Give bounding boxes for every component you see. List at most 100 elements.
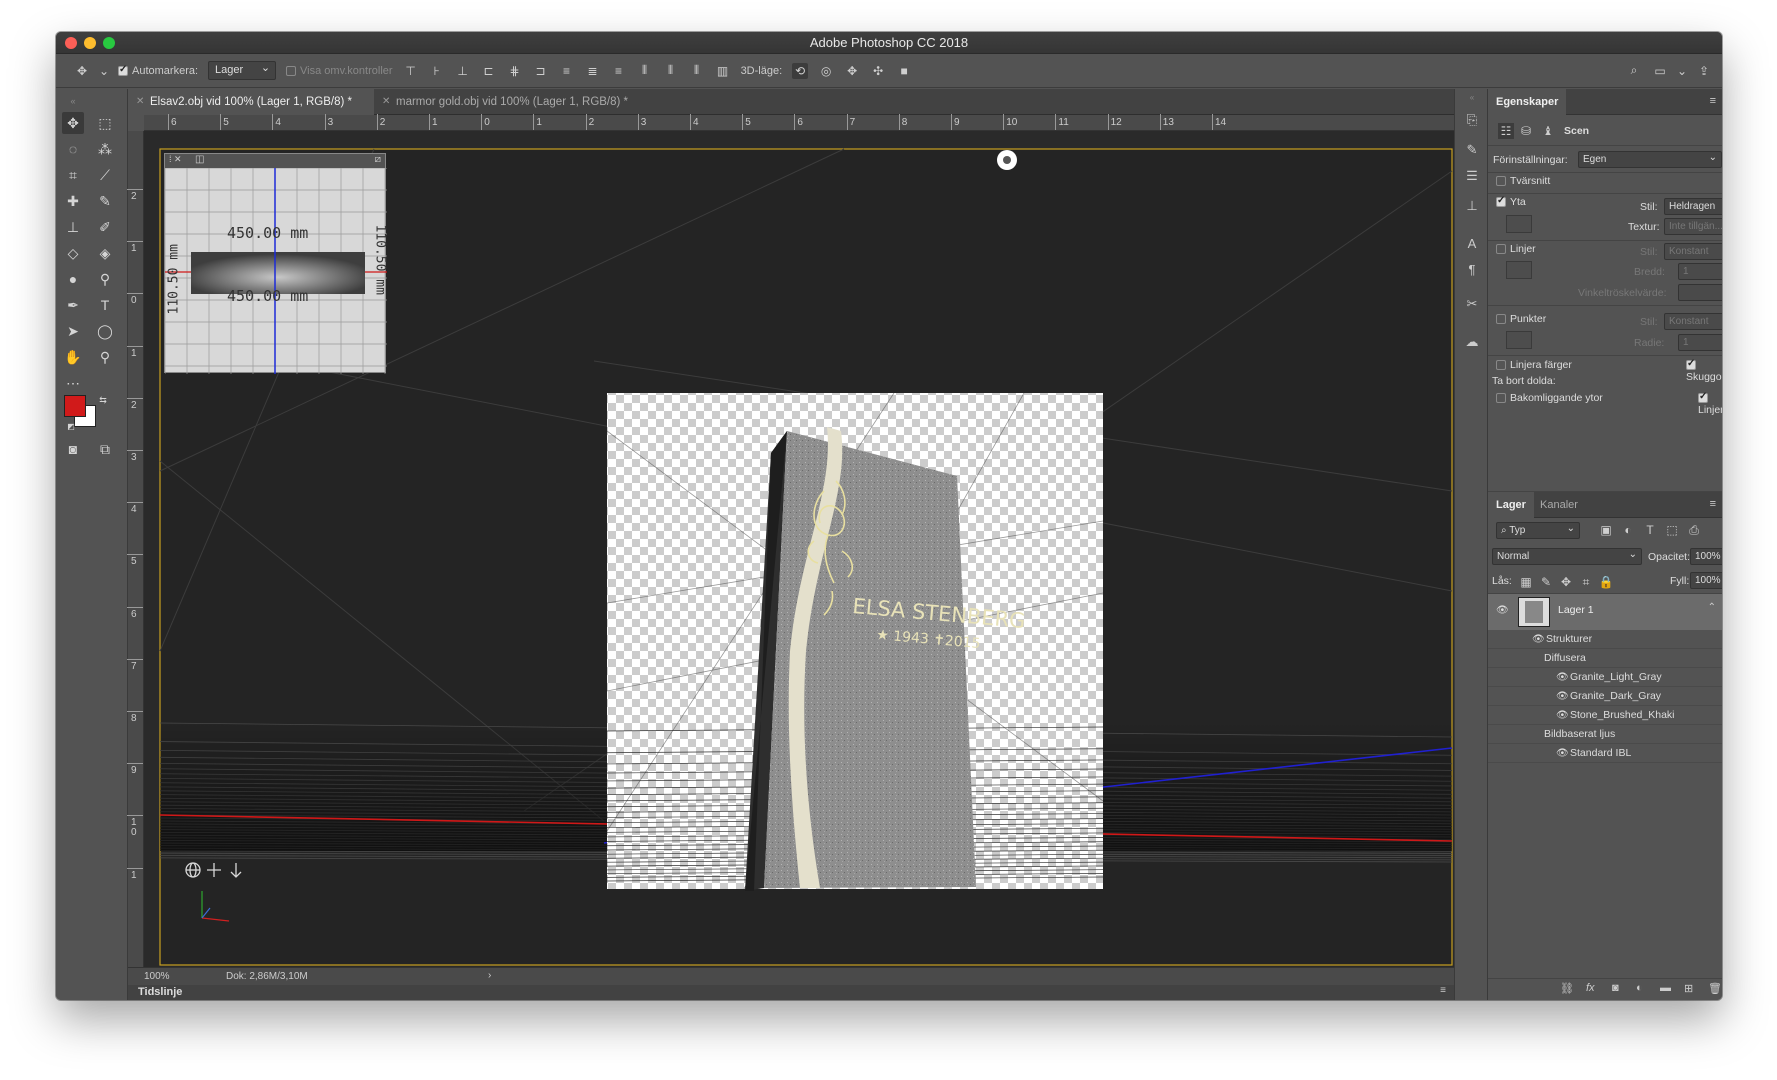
move-tool-icon[interactable]: ✥ <box>62 112 84 134</box>
timeline-menu-icon[interactable]: ≡ <box>1440 985 1446 996</box>
points-style-select[interactable]: Konstant <box>1664 313 1722 330</box>
timeline-label[interactable]: Tidslinje <box>138 986 182 998</box>
backfaces-toggle[interactable]: Bakomliggande ytor <box>1496 392 1603 404</box>
filter-adjust-icon[interactable]: ◐ <box>1620 522 1636 538</box>
lines-color-swatch[interactable] <box>1506 261 1532 279</box>
filter-shape-icon[interactable]: ⬚ <box>1664 522 1680 538</box>
dodge-tool-icon[interactable]: ⚲ <box>94 268 116 290</box>
tab-elsav2[interactable]: ✕ Elsav2.obj vid 100% (Lager 1, RGB/8) * <box>128 89 374 115</box>
status-menu-icon[interactable]: › <box>488 970 491 981</box>
scene-tab-icon[interactable]: ☷ <box>1498 123 1514 139</box>
lock-all-icon[interactable]: 🔒 <box>1598 574 1614 590</box>
adjustments-icon[interactable]: ☰ <box>1463 167 1481 185</box>
opacity-input[interactable]: 100% <box>1690 548 1722 565</box>
collapse-panels-icon[interactable]: « <box>1463 89 1481 107</box>
close-tab-icon[interactable]: ✕ <box>382 89 390 115</box>
horizontal-ruler[interactable]: 6 5 4 3 2 1 0 1 2 3 4 5 6 7 8 9 10 11 12 13 14 <box>144 114 1454 131</box>
camera-3d-icon[interactable]: ■ <box>896 63 912 79</box>
clone-source-icon[interactable]: ⊥ <box>1463 197 1481 215</box>
layer-subitem[interactable]: Diffusera <box>1488 649 1722 668</box>
chevron-down-icon[interactable]: ⌄ <box>99 63 109 79</box>
layer-mask-icon[interactable]: ◙ <box>1612 982 1619 994</box>
surface-color-swatch[interactable] <box>1506 215 1532 233</box>
light-tab-icon[interactable]: ♝ <box>1540 123 1556 139</box>
auto-align-icon[interactable]: ▥ <box>715 63 731 79</box>
hidden-lines-toggle[interactable]: Linjer <box>1698 391 1722 416</box>
history-brush-icon[interactable]: ✐ <box>94 216 116 238</box>
foreground-color-swatch[interactable] <box>64 395 86 417</box>
hand-tool-icon[interactable]: ✋ <box>62 346 84 368</box>
lock-artboard-icon[interactable]: ⌗ <box>1578 574 1594 590</box>
visibility-eye-icon[interactable]: 👁 <box>1556 706 1569 725</box>
collapse-icon[interactable]: « <box>62 90 84 112</box>
drag-3d-icon[interactable]: ✥ <box>844 63 860 79</box>
layer-subitem[interactable]: 👁 Strukturer <box>1488 630 1722 649</box>
visibility-eye-icon[interactable]: 👁 <box>1532 630 1545 649</box>
zoom-level[interactable]: 100% <box>144 971 170 982</box>
mesh-tab-icon[interactable]: ⛁ <box>1518 123 1534 139</box>
layer-subitem[interactable]: Bildbaserat ljus <box>1488 725 1722 744</box>
libraries-icon[interactable]: ☁ <box>1463 333 1481 351</box>
close-window-button[interactable] <box>65 37 77 49</box>
minimize-window-button[interactable] <box>84 37 96 49</box>
blend-mode-select[interactable]: Normal <box>1492 547 1642 565</box>
collapse-layer-icon[interactable]: ⌃ <box>1708 602 1716 613</box>
visibility-eye-icon[interactable]: 👁 <box>1556 744 1569 763</box>
paint-bucket-icon[interactable]: ◈ <box>94 242 116 264</box>
presets-select[interactable]: Egen <box>1578 150 1722 168</box>
filter-type-icon[interactable]: T <box>1642 522 1658 538</box>
layer-subitem[interactable]: 👁 Granite_Light_Gray <box>1488 668 1722 687</box>
ellipse-tool-icon[interactable]: ◯ <box>94 320 116 342</box>
distribute-hcenter-icon[interactable]: ⦀ <box>663 63 679 79</box>
layer-row-lager1[interactable]: 👁 Lager 1 ⌃ <box>1488 594 1722 630</box>
transform-controls-toggle[interactable]: Visa omv.kontroller <box>286 65 393 77</box>
angle-threshold-input[interactable] <box>1678 284 1722 301</box>
magic-wand-icon[interactable]: ⁂ <box>94 138 116 160</box>
surface-style-select[interactable]: Heldragen <box>1664 198 1722 215</box>
blur-tool-icon[interactable]: ● <box>62 268 84 290</box>
tab-marmor-gold[interactable]: ✕ marmor gold.obj vid 100% (Lager 1, RGB/… <box>374 89 640 115</box>
more-tools-icon[interactable]: ⋯ <box>62 372 84 394</box>
linearize-colors-toggle[interactable]: Linjera färger <box>1496 359 1572 371</box>
move-tool-icon[interactable]: ✥ <box>74 63 90 79</box>
filter-toggle-icon[interactable]: ● <box>1718 521 1722 537</box>
marquee-tool-icon[interactable]: ⬚ <box>94 112 116 134</box>
tab-channels[interactable]: Kanaler <box>1532 492 1586 518</box>
document-canvas[interactable]: ELSA STENBERG ★ 1943 ✝2015 ⁞ ✕ ◫ ⧄ 450.0… <box>144 131 1454 967</box>
type-tool-icon[interactable]: T <box>94 294 116 316</box>
zoom-tool-icon[interactable]: ⚲ <box>94 346 116 368</box>
texture-select[interactable]: Inte tillgän... <box>1664 218 1722 235</box>
preview-menu-icon[interactable]: ◫ <box>195 154 204 165</box>
align-bottom-icon[interactable]: ⊥ <box>455 63 471 79</box>
tool-presets-icon[interactable]: ✂ <box>1463 295 1481 313</box>
slide-3d-icon[interactable]: ✣ <box>870 63 886 79</box>
delete-layer-icon[interactable]: 🗑 <box>1708 982 1722 995</box>
eyedropper-icon[interactable]: ⟋ <box>94 164 116 186</box>
pen-tool-icon[interactable]: ✒ <box>62 294 84 316</box>
eraser-tool-icon[interactable]: ◇ <box>62 242 84 264</box>
group-icon[interactable]: ▬ <box>1660 982 1671 994</box>
points-color-swatch[interactable] <box>1506 331 1532 349</box>
resize-preview-icon[interactable]: ⧄ <box>375 154 381 165</box>
radius-input[interactable]: 1 <box>1678 334 1722 351</box>
search-icon[interactable]: ⌕ <box>1626 63 1642 79</box>
distribute-bottom-icon[interactable]: ≡ <box>611 63 627 79</box>
distribute-top-icon[interactable]: ≡ <box>559 63 575 79</box>
workspace-icon[interactable]: ▭ <box>1652 63 1668 79</box>
layer-subitem[interactable]: 👁 Stone_Brushed_Khaki <box>1488 706 1722 725</box>
surface-toggle[interactable]: Yta <box>1496 195 1526 208</box>
automark-select[interactable]: Lager <box>208 60 277 80</box>
layers-menu-icon[interactable]: ≡ <box>1710 498 1716 510</box>
close-preview-icon[interactable]: ⁞ ✕ <box>169 154 182 165</box>
lines-toggle[interactable]: Linjer <box>1496 243 1536 255</box>
crop-tool-icon[interactable]: ⌗ <box>62 164 84 186</box>
share-icon[interactable]: ⇪ <box>1696 63 1712 79</box>
lock-position-icon[interactable]: ✥ <box>1558 574 1574 590</box>
align-right-icon[interactable]: ⊐ <box>533 63 549 79</box>
width-input[interactable]: 1 <box>1678 263 1722 280</box>
distribute-left-icon[interactable]: ⦀ <box>637 63 653 79</box>
lasso-tool-icon[interactable]: ◌ <box>62 138 84 160</box>
align-top-icon[interactable]: ⊤ <box>403 63 419 79</box>
visibility-eye-icon[interactable]: 👁 <box>1496 605 1509 616</box>
layer-subitem[interactable]: 👁 Standard IBL <box>1488 744 1722 763</box>
